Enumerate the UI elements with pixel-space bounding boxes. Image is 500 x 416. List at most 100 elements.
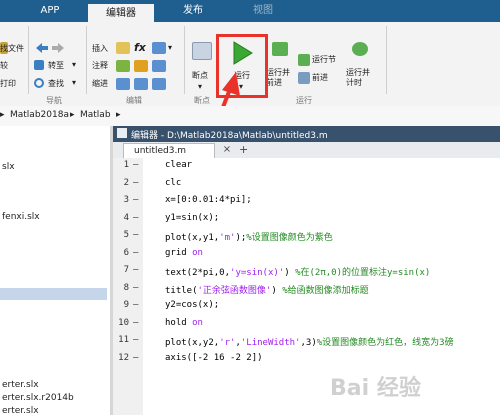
search-icon xyxy=(34,78,44,88)
advance-icon[interactable] xyxy=(298,72,310,84)
goto-button[interactable]: 转至 xyxy=(48,60,64,71)
indent-icon[interactable] xyxy=(116,78,130,90)
run-time-icon[interactable] xyxy=(352,42,368,56)
list-item[interactable]: erter.slx.r2014b xyxy=(2,393,74,403)
code-line[interactable]: plot(x,y1,'m');%设置图像颜色为紫色 xyxy=(165,230,333,243)
code-line[interactable]: plot(x,y2,'r','LineWidth',3)%设置图像颜色为红色，线… xyxy=(165,335,454,348)
tab-editor[interactable]: 编辑器 xyxy=(88,2,154,24)
find-files-button[interactable]: 找文件 xyxy=(0,43,24,54)
code-line[interactable]: clc xyxy=(165,178,181,188)
compare-button[interactable]: 较 xyxy=(0,60,8,71)
divider xyxy=(184,26,185,94)
code-line[interactable]: x=[0:0.01:4*pi]; xyxy=(165,195,252,205)
current-folder-panel: slx fenxi.slx erter.slx erter.slx.r2014b… xyxy=(0,126,113,416)
wrap-icon[interactable] xyxy=(152,60,166,72)
line-marker: — xyxy=(133,160,139,170)
new-tab-button[interactable]: + xyxy=(239,143,248,157)
code-token: axis([-2 16 -2 2]) xyxy=(165,353,263,363)
tab-app[interactable]: APP xyxy=(28,0,72,22)
code-line[interactable]: hold on xyxy=(165,318,203,328)
line-number: 2 xyxy=(123,178,129,188)
insert-button[interactable]: 插入 xyxy=(92,43,108,54)
line-number: 5 xyxy=(123,230,129,240)
goto-icon xyxy=(34,60,44,70)
line-marker: — xyxy=(133,335,139,345)
tab-view[interactable]: 视图 xyxy=(232,0,294,22)
find-button[interactable]: 查找 xyxy=(48,78,64,89)
line-number: 7 xyxy=(123,265,129,275)
code-token: grid xyxy=(165,248,193,258)
code-line[interactable]: grid on xyxy=(165,248,203,258)
print-button[interactable]: 打印 xyxy=(0,78,16,89)
indent-button[interactable]: 缩进 xyxy=(92,78,108,89)
line-number: 8 xyxy=(123,283,129,293)
code-token: plot(x,y1, xyxy=(165,233,220,243)
code-line[interactable]: y1=sin(x); xyxy=(165,213,219,223)
comment-icon[interactable] xyxy=(116,60,130,72)
breakpoint-icon[interactable] xyxy=(192,42,212,60)
line-marker: — xyxy=(133,318,139,328)
chevron-down-icon: ▾ xyxy=(72,78,77,87)
line-marker: — xyxy=(133,195,139,205)
code-token: clc xyxy=(165,178,182,188)
close-icon[interactable]: × xyxy=(221,144,233,156)
back-forward-icon xyxy=(36,43,64,53)
code-token: %设置图像颜色为红色，线宽为3磅 xyxy=(316,338,454,348)
list-item-selected[interactable] xyxy=(0,288,107,300)
line-number: 9 xyxy=(123,300,129,310)
code-token: 'm' xyxy=(219,233,236,243)
code-token: text(2*pi,0, xyxy=(165,268,231,278)
code-token: y2=cos(x); xyxy=(165,300,220,310)
run-advance-button[interactable]: 运行并前进 xyxy=(266,68,296,88)
breadcrumb-item[interactable]: Matlab2018a xyxy=(10,110,69,120)
line-marker: — xyxy=(133,283,139,293)
code-token: on xyxy=(192,248,203,258)
editor-title: 编辑器 - D:\Matlab2018a\Matlab\untitled3.m xyxy=(131,131,328,141)
code-line[interactable]: title('正余弦函数图像') %给函数图像添加标题 xyxy=(165,283,369,296)
group-label-run: 运行 xyxy=(296,96,312,105)
code-token: hold xyxy=(165,318,193,328)
code-line[interactable]: axis([-2 16 -2 2]) xyxy=(165,353,263,363)
list-item[interactable]: fenxi.slx xyxy=(2,212,40,222)
fx-icon[interactable]: fx xyxy=(134,41,146,54)
insert-icon[interactable] xyxy=(116,42,130,54)
tab-untitled3[interactable]: untitled3.m xyxy=(123,143,215,158)
line-marker: — xyxy=(133,178,139,188)
run-advance-icon[interactable] xyxy=(272,42,288,56)
function-icon[interactable] xyxy=(152,42,166,54)
list-item[interactable]: erter.slx xyxy=(2,380,39,390)
tab-publish[interactable]: 发布 xyxy=(162,0,224,22)
editor-titlebar: 编辑器 - D:\Matlab2018a\Matlab\untitled3.m xyxy=(113,126,500,142)
divider xyxy=(86,26,87,94)
code-line[interactable]: clear xyxy=(165,160,192,170)
line-marker: — xyxy=(133,265,139,275)
line-marker: — xyxy=(133,353,139,363)
outdent-icon[interactable] xyxy=(152,78,166,90)
run-section-icon[interactable] xyxy=(298,54,310,66)
advance-button[interactable]: 前进 xyxy=(312,72,328,83)
code-token: plot(x,y2, xyxy=(165,338,220,348)
line-marker: — xyxy=(133,213,139,223)
divider xyxy=(386,26,387,94)
breadcrumb-separator: ▸ xyxy=(0,110,5,120)
percent-icon[interactable] xyxy=(134,60,148,72)
code-token: '正余弦函数图像' xyxy=(197,286,272,296)
code-line[interactable]: y2=cos(x); xyxy=(165,300,219,310)
address-bar[interactable]: ▸ Matlab2018a ▸ Matlab ▸ xyxy=(0,106,500,127)
breadcrumb-item[interactable]: Matlab xyxy=(80,110,111,120)
list-item[interactable]: slx xyxy=(2,162,15,172)
comment-button[interactable]: 注释 xyxy=(92,60,108,71)
line-number: 4 xyxy=(123,213,129,223)
back-forward-buttons[interactable] xyxy=(34,42,66,54)
group-label-navigate: 导航 xyxy=(46,96,62,105)
code-token: on xyxy=(192,318,203,328)
code-token: %给函数图像添加标题 xyxy=(282,286,369,296)
ribbon: 找文件 较 打印 转至 ▾ 查找 ▾ 导航 插入 注释 缩进 fx ▾ 编辑 断… xyxy=(0,22,500,107)
run-time-button[interactable]: 运行并计时 xyxy=(346,68,376,88)
smart-indent-icon[interactable] xyxy=(134,78,148,90)
run-section-button[interactable]: 运行节 xyxy=(312,54,336,65)
code-token: %设置图像颜色为紫色 xyxy=(246,233,333,243)
ribbon-tab-strip: APP 编辑器 发布 视图 xyxy=(0,0,500,24)
watermark: Bai 经验 xyxy=(330,376,421,401)
code-line[interactable]: text(2*pi,0,'y=sin(x)') %在(2π,0)的位置标注y=s… xyxy=(165,265,430,278)
